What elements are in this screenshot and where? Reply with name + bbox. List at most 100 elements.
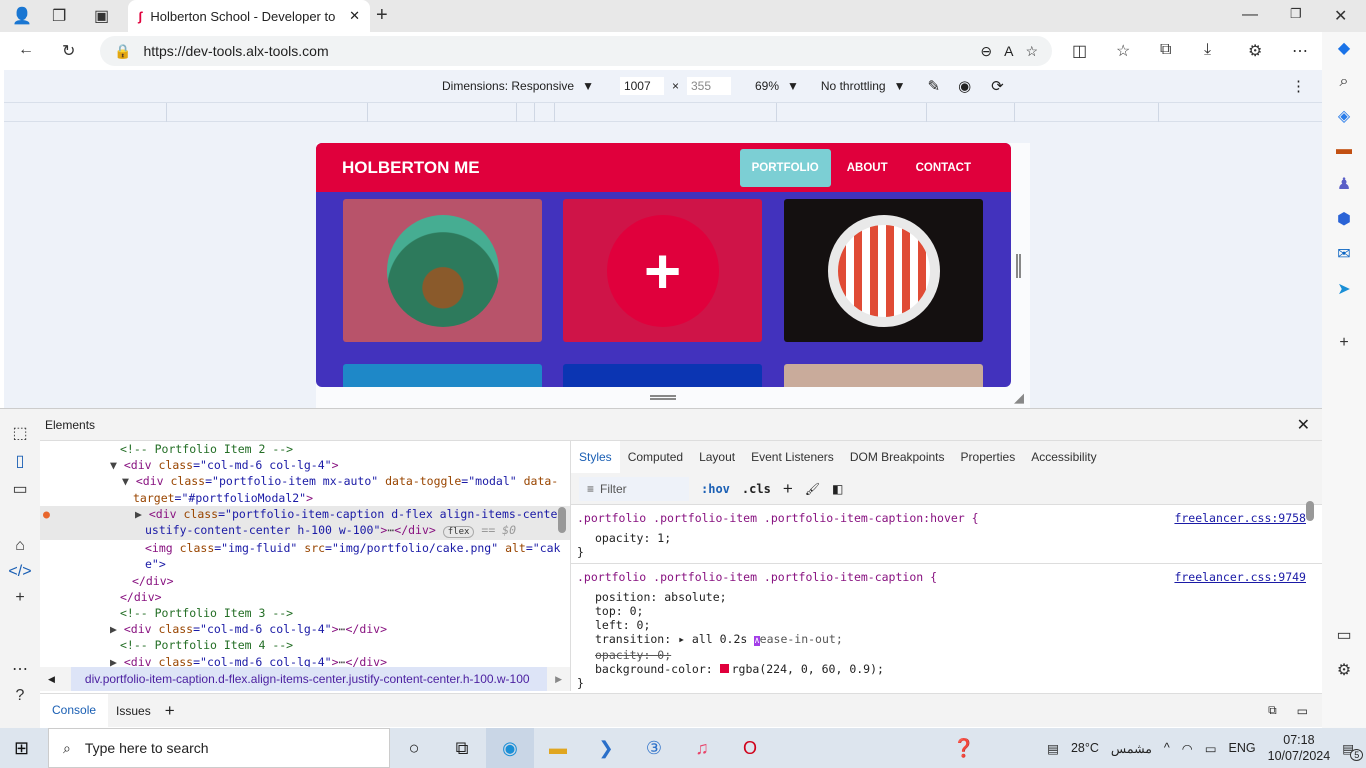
tab-issues[interactable]: Issues	[108, 704, 159, 718]
sidebar-settings-icon[interactable]: ⚙	[1337, 660, 1351, 680]
portfolio-item-4[interactable]	[343, 364, 542, 387]
elements-tool-icon[interactable]: </>	[8, 563, 31, 581]
send-icon[interactable]: ➤	[1337, 279, 1350, 299]
paint-brush-icon[interactable]: 🖌	[805, 482, 820, 496]
read-aloud-icon[interactable]: A	[1004, 43, 1013, 59]
selected-dom-node[interactable]: ● ▶ <div class="portfolio-item-caption d-…	[40, 505, 570, 541]
weather-desc[interactable]: مشمس	[1111, 741, 1152, 756]
portfolio-item-circus[interactable]	[784, 199, 983, 342]
help-taskbar-icon[interactable]: ❓	[953, 738, 975, 759]
sidebar-collapse-icon[interactable]: ▭	[1336, 625, 1351, 645]
source-link[interactable]: freelancer.css:9749	[1174, 570, 1306, 584]
resize-corner-icon[interactable]: ◢	[1014, 390, 1024, 406]
tab-console[interactable]: Console	[40, 694, 109, 727]
dom-tree[interactable]: <!-- Portfolio Item 2 --> ▼ <div class="…	[40, 441, 570, 667]
css-declaration[interactable]: top: 0;	[577, 604, 1306, 618]
welcome-icon[interactable]: ⌂	[15, 537, 25, 555]
favorite-icon[interactable]: ☆	[1025, 43, 1038, 60]
tab-accessibility[interactable]: Accessibility	[1023, 450, 1104, 464]
portfolio-item-5[interactable]	[563, 364, 762, 387]
clock[interactable]: 07:18 10/07/2024	[1268, 732, 1331, 764]
add-sidebar-app-icon[interactable]: +	[1339, 334, 1348, 352]
close-devtools-icon[interactable]: ✕	[1297, 415, 1310, 435]
tools-icon[interactable]: ▬	[1336, 141, 1352, 159]
height-input[interactable]: 355	[686, 77, 731, 95]
styles-scrollbar[interactable]	[1306, 501, 1314, 521]
file-explorer-icon[interactable]: ▬	[534, 728, 582, 768]
device-emulation-icon[interactable]: ▯	[16, 451, 25, 471]
eye-icon[interactable]: ◉	[958, 77, 971, 95]
opera-icon[interactable]: O	[726, 728, 774, 768]
workspaces-icon[interactable]: ❐	[52, 6, 66, 26]
close-window-button[interactable]: ✕	[1334, 6, 1347, 26]
nav-portfolio[interactable]: PORTFOLIO	[739, 148, 831, 187]
favorites-icon[interactable]: ☆	[1116, 41, 1130, 61]
url-text[interactable]: https://dev-tools.alx-tools.com	[143, 43, 328, 59]
help-icon[interactable]: ?	[16, 687, 25, 705]
new-rule-icon[interactable]: +	[783, 479, 793, 499]
tab-layout[interactable]: Layout	[691, 450, 743, 464]
resize-handle-right[interactable]	[1016, 254, 1021, 278]
powershell-icon[interactable]: ❯	[582, 728, 630, 768]
portfolio-item-cabin[interactable]	[343, 199, 542, 342]
profile-icon[interactable]: 👤	[12, 6, 32, 26]
crumb-scroll-right[interactable]: ▶	[547, 674, 570, 685]
task-view-icon[interactable]: ⧉	[438, 728, 486, 768]
tab-actions-icon[interactable]: ▣	[94, 6, 109, 26]
shopping-icon[interactable]: ◈	[1338, 106, 1350, 126]
app-3-icon[interactable]: ③	[630, 728, 678, 768]
extensions-icon[interactable]: ⚙	[1248, 41, 1262, 61]
throttling-select[interactable]: No throttling	[821, 79, 886, 93]
dom-scrollbar[interactable]	[558, 507, 566, 533]
tab-dom-breakpoints[interactable]: DOM Breakpoints	[842, 450, 953, 464]
tab-event-listeners[interactable]: Event Listeners	[743, 450, 842, 464]
css-declaration[interactable]: opacity: 1;	[577, 531, 1306, 545]
css-declaration[interactable]: background-color: rgba(224, 0, 60, 0.9);	[577, 662, 1306, 676]
dom-node[interactable]: <img class="img-fluid" src="img/portfoli…	[40, 540, 570, 556]
resize-handle-bottom[interactable]	[650, 395, 676, 400]
zoom-icon[interactable]: ⊖	[980, 43, 992, 60]
rotate-icon[interactable]: ⟳	[991, 77, 1004, 95]
games-icon[interactable]: ♟	[1337, 174, 1351, 194]
dom-node[interactable]: ▼ <div class="col-md-6 col-lg-4">	[40, 457, 570, 473]
notifications-icon[interactable]: ▤ 5	[1342, 741, 1364, 761]
split-screen-icon[interactable]: ◫	[1072, 41, 1087, 61]
downloads-icon[interactable]: ⤓	[1204, 41, 1211, 59]
cortana-icon[interactable]: ○	[390, 728, 438, 768]
tab-computed[interactable]: Computed	[620, 450, 691, 464]
copilot-icon[interactable]: ◆	[1338, 38, 1350, 58]
news-icon[interactable]: ▤	[1047, 741, 1059, 756]
css-declaration[interactable]: left: 0;	[577, 618, 1306, 632]
more-menu-icon[interactable]: ⋯	[1292, 41, 1308, 61]
css-declaration-overridden[interactable]: opacity: 0;	[577, 648, 1306, 662]
media-query-ruler[interactable]	[4, 102, 1322, 122]
nav-about[interactable]: ABOUT	[835, 149, 900, 187]
close-tab-icon[interactable]: ✕	[349, 8, 360, 24]
hov-toggle[interactable]: :hov	[701, 482, 730, 496]
drawer-toggle-icon[interactable]: ▭	[1297, 704, 1308, 718]
wifi-icon[interactable]: ◠	[1182, 741, 1193, 756]
battery-icon[interactable]: ▭	[1205, 741, 1217, 756]
crumb-scroll-left[interactable]: ◀	[40, 674, 63, 685]
inspect-icon[interactable]: ⬚	[12, 423, 27, 443]
active-tab[interactable]: ʃ Holberton School - Developer to ✕	[128, 0, 370, 32]
site-brand[interactable]: HOLBERTON ME	[342, 158, 740, 178]
css-declaration[interactable]: transition: ▸ all 0.2s ∧ease-in-out;	[577, 632, 1306, 648]
search-icon[interactable]: ⌕	[1340, 73, 1349, 91]
toggle-sidebar-icon[interactable]: ◧	[832, 482, 843, 496]
language-indicator[interactable]: ENG	[1229, 741, 1256, 755]
dimensions-select[interactable]: Dimensions: Responsive	[442, 79, 574, 93]
microsoft365-icon[interactable]: ⬢	[1337, 209, 1351, 229]
edge-taskbar-icon[interactable]: ◉	[486, 728, 534, 768]
collections-icon[interactable]: ⧉	[1160, 41, 1171, 59]
cls-toggle[interactable]: .cls	[742, 482, 771, 496]
color-swatch[interactable]	[719, 664, 729, 673]
nav-contact[interactable]: CONTACT	[904, 149, 983, 187]
portfolio-item-6[interactable]	[784, 364, 983, 387]
restore-button[interactable]: ❐	[1290, 6, 1302, 22]
browser-icon[interactable]: ▭	[12, 479, 27, 499]
dom-node[interactable]: ▼ <div class="portfolio-item mx-auto" da…	[40, 473, 570, 489]
eyedropper-icon[interactable]: ✎	[927, 77, 940, 95]
new-tab-button[interactable]: +	[376, 4, 388, 27]
weather-temp[interactable]: 28°C	[1071, 741, 1099, 755]
